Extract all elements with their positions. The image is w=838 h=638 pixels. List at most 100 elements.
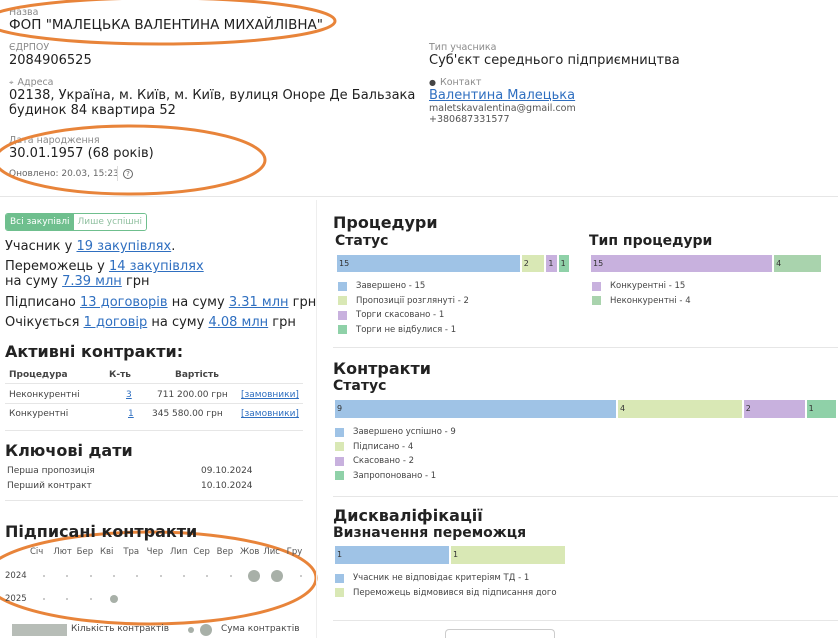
col-procedure-header: Процедура: [9, 370, 68, 380]
procedures-status-segment-1[interactable]: 2: [521, 255, 545, 272]
procedure-type-legend-item-1: Неконкурентні - 4: [592, 296, 691, 306]
contracts-status-legend-label-1: Підписано - 4: [353, 441, 414, 452]
stat-winner: Переможець у 14 закупівлях: [5, 259, 204, 274]
contracts-status-legend-swatch-2: [335, 456, 344, 466]
bottom-divider: [333, 620, 838, 621]
row1-customers-link[interactable]: [замовники]: [241, 390, 299, 400]
procedure-type-bar: 15 4: [591, 255, 823, 272]
procedures-status-legend-swatch-1: [338, 296, 347, 305]
winner-link[interactable]: 14 закупівлях: [109, 259, 204, 274]
disqualifications-segment-0[interactable]: 1: [335, 546, 449, 564]
signed-sum-link[interactable]: 3.31 млн: [229, 295, 289, 310]
filter-success-button[interactable]: Лише успішні: [73, 214, 147, 230]
filter-toggle: Всі закупівлі Лише успішні: [5, 213, 148, 231]
stat-winner-sum-prefix: на суму: [5, 274, 58, 289]
stat-participant-prefix: Учасник у: [5, 239, 73, 254]
stat-expected-sum-suffix: грн: [272, 315, 296, 330]
disqualifications-legend-swatch-0: [335, 573, 344, 583]
col-cost-header: Вартість: [175, 370, 219, 380]
contracts-status-segment-1[interactable]: 4: [617, 400, 742, 418]
header-divider: [0, 196, 838, 197]
filter-all-button[interactable]: Всі закупівлі: [6, 214, 74, 230]
month-label-7: Сер: [193, 547, 210, 557]
stat-expected: Очікується 1 договір на суму 4.08 млн гр…: [5, 315, 296, 330]
contract-dot-1-0: [43, 598, 45, 600]
stat-signed: Підписано 13 договорів на суму 3.31 млн …: [5, 295, 316, 310]
months-axis: Січ Лют Бер Кві Тра Чер Лип Сер Вер Жов Лис Гру: [30, 547, 310, 559]
contracts-status-legend-label-0: Завершено успішно - 9: [353, 427, 456, 437]
disqualifications-legend-label-1: Переможець відмовився від підписання дог…: [353, 587, 557, 598]
contracts-status-segment-2[interactable]: 2: [743, 400, 805, 418]
month-label-11: Гру: [286, 547, 303, 557]
procedures-status-legend-swatch-3: [338, 325, 347, 334]
contracts-status-legend-item-1: Підписано - 4: [335, 442, 413, 452]
stat-expected-sum-prefix: на суму: [151, 315, 205, 330]
procedures-status-segment-2[interactable]: 1: [546, 255, 557, 272]
stat-winner-sum-suffix: грн: [125, 274, 150, 289]
annotation-ellipse-signed: [0, 530, 318, 626]
table-header-divider: [5, 383, 303, 384]
procedure-type-title: Тип процедури: [589, 233, 713, 249]
disqualifications-bar: 11: [335, 546, 567, 564]
contracts-status-legend-swatch-1: [335, 442, 344, 451]
procedures-status-legend-item-0: Завершено - 15: [338, 281, 425, 291]
expected-link[interactable]: 1 договір: [84, 315, 148, 330]
disqualifications-title: Дискваліфікації: [333, 506, 483, 525]
table-row-divider: [5, 403, 303, 404]
month-label-1: Лют: [53, 547, 72, 557]
contracts-status-title: Статус: [333, 378, 387, 394]
winner-determination-title: Визначення переможця: [333, 525, 527, 541]
contract-dot-0-9[interactable]: [248, 570, 260, 582]
participant-link[interactable]: 19 закупівлях: [76, 239, 171, 254]
contracts-status-legend-label-2: Скасовано - 2: [353, 456, 415, 466]
stat-signed-sum-suffix: грн: [292, 295, 317, 310]
stat-winner-sum: на суму 7.39 млн грн: [5, 274, 150, 289]
contracts-status-segment-3[interactable]: 1: [806, 400, 836, 418]
contracts-status-bar: 9421: [335, 400, 838, 418]
month-label-8: Вер: [216, 547, 234, 557]
row2-customers-link[interactable]: [замовники]: [241, 409, 299, 419]
contract-dot-0-3: [113, 575, 115, 577]
month-label-6: Лип: [170, 547, 188, 557]
signed-contracts-title: Підписані контракти: [5, 522, 198, 541]
procedures-status-legend-item-3: Торги не відбулися - 1: [338, 325, 456, 335]
procedure-type-legend-item-0: Конкурентні - 15: [592, 281, 685, 291]
contract-dot-0-11: [299, 575, 302, 577]
procedures-status-segment-3[interactable]: 1: [558, 255, 569, 272]
month-label-9: Жов: [240, 547, 260, 557]
procedure-type-segment-1[interactable]: 4: [774, 255, 821, 272]
annotation-ellipse-name: [0, 0, 337, 46]
row2-count-link[interactable]: 1: [128, 409, 134, 419]
row1-procedure: Неконкурентні: [9, 390, 80, 400]
procedures-status-bar: 15 2 1 1: [337, 255, 571, 272]
stat-winner-prefix: Переможець у: [5, 259, 105, 274]
legend-sum-dot-small: [188, 627, 194, 633]
procedure-type-legend-label-1: Неконкурентні - 4: [610, 295, 691, 306]
legend-sum-label: Сума контрактів: [221, 624, 300, 634]
col-count-header: К-ть: [109, 370, 131, 380]
winner-sum-link[interactable]: 7.39 млн: [62, 274, 122, 289]
contracts-status-legend-item-2: Скасовано - 2: [335, 456, 414, 466]
first-offer-label: Перша пропозиція: [7, 466, 95, 476]
row1-count-link[interactable]: 3: [126, 390, 132, 400]
key-dates-title: Ключові дати: [5, 441, 133, 460]
contract-dot-0-0: [43, 575, 45, 577]
procedures-status-segment-0[interactable]: 15: [337, 255, 520, 272]
signed-link[interactable]: 13 договорів: [80, 295, 168, 310]
stat-expected-prefix: Очікується: [5, 315, 80, 330]
contract-dot-0-6: [183, 575, 185, 577]
contract-dot-1-3[interactable]: [110, 595, 118, 603]
procedures-status-legend-label-3: Торги не відбулися - 1: [356, 324, 457, 335]
disqualifications-segment-1[interactable]: 1: [451, 546, 565, 564]
legend-count-label: Кількість контрактів: [71, 624, 170, 634]
key-dates-divider: [5, 500, 303, 501]
contracts-status-segment-0[interactable]: 9: [335, 400, 616, 418]
expected-sum-link[interactable]: 4.08 млн: [208, 315, 268, 330]
procedures-status-legend-item-1: Пропозиції розглянуті - 2: [338, 296, 469, 306]
procedure-type-segment-0[interactable]: 15: [591, 255, 773, 272]
more-button[interactable]: [445, 629, 555, 638]
procedures-status-legend-label-2: Торги скасовано - 1: [356, 310, 445, 320]
first-contract-date: 10.10.2024: [201, 481, 253, 491]
stat-signed-sum-prefix: на суму: [171, 295, 225, 310]
month-label-3: Кві: [100, 547, 114, 557]
